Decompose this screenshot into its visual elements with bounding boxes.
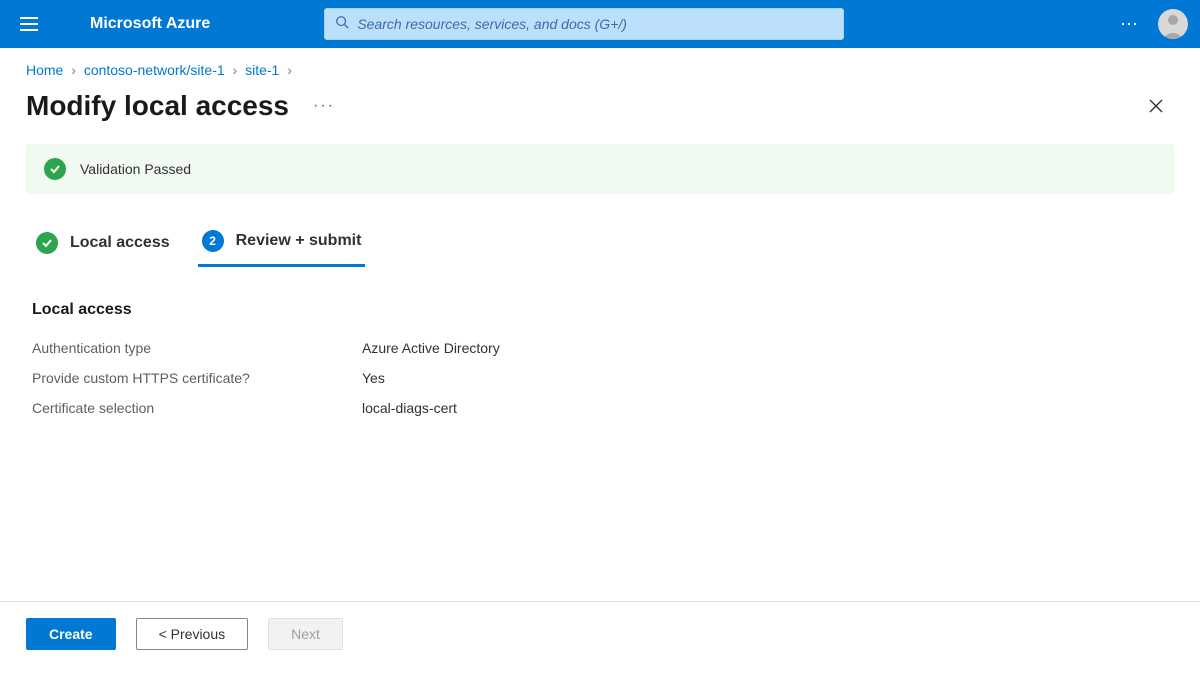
wizard-footer: Create < Previous Next: [0, 601, 1200, 650]
chevron-right-icon: ›: [287, 62, 292, 78]
validation-text: Validation Passed: [80, 161, 191, 177]
step-review-submit[interactable]: 2 Review + submit: [198, 220, 366, 267]
title-overflow-icon[interactable]: ···: [313, 97, 335, 115]
page-title: Modify local access: [26, 90, 289, 122]
kv-key: Certificate selection: [32, 393, 362, 423]
step-local-access[interactable]: Local access: [32, 222, 174, 266]
kv-value: local-diags-cert: [362, 393, 457, 423]
hamburger-menu-icon[interactable]: [12, 7, 46, 41]
user-avatar[interactable]: [1158, 9, 1188, 39]
top-overflow-icon[interactable]: ⋯: [1120, 14, 1140, 35]
kv-row: Authentication type Azure Active Directo…: [32, 333, 1168, 363]
close-icon[interactable]: [1138, 88, 1174, 124]
brand-label[interactable]: Microsoft Azure: [90, 15, 210, 33]
next-button: Next: [268, 618, 343, 650]
step-number-badge: 2: [202, 230, 224, 252]
breadcrumb-link-site[interactable]: site-1: [245, 62, 279, 78]
wizard-steps: Local access 2 Review + submit: [0, 220, 1200, 267]
create-button[interactable]: Create: [26, 618, 116, 650]
kv-key: Provide custom HTTPS certificate?: [32, 363, 362, 393]
kv-key: Authentication type: [32, 333, 362, 363]
breadcrumb-link-home[interactable]: Home: [26, 62, 63, 78]
kv-value: Azure Active Directory: [362, 333, 500, 363]
search-icon: [335, 15, 349, 34]
section-heading: Local access: [32, 301, 1168, 319]
check-circle-icon: [36, 232, 58, 254]
review-section: Local access Authentication type Azure A…: [0, 267, 1200, 423]
topbar: Microsoft Azure ⋯: [0, 0, 1200, 48]
check-circle-icon: [44, 158, 66, 180]
breadcrumb-link-network[interactable]: contoso-network/site-1: [84, 62, 225, 78]
previous-button[interactable]: < Previous: [136, 618, 249, 650]
step-label: Local access: [70, 234, 170, 252]
step-label: Review + submit: [236, 232, 362, 250]
kv-row: Provide custom HTTPS certificate? Yes: [32, 363, 1168, 393]
validation-banner: Validation Passed: [26, 144, 1174, 194]
chevron-right-icon: ›: [71, 62, 76, 78]
title-row: Modify local access ···: [0, 84, 1200, 144]
kv-value: Yes: [362, 363, 385, 393]
search-box[interactable]: [324, 8, 844, 40]
breadcrumb: Home › contoso-network/site-1 › site-1 ›: [0, 48, 1200, 84]
chevron-right-icon: ›: [233, 62, 238, 78]
kv-row: Certificate selection local-diags-cert: [32, 393, 1168, 423]
search-input[interactable]: [357, 16, 833, 32]
